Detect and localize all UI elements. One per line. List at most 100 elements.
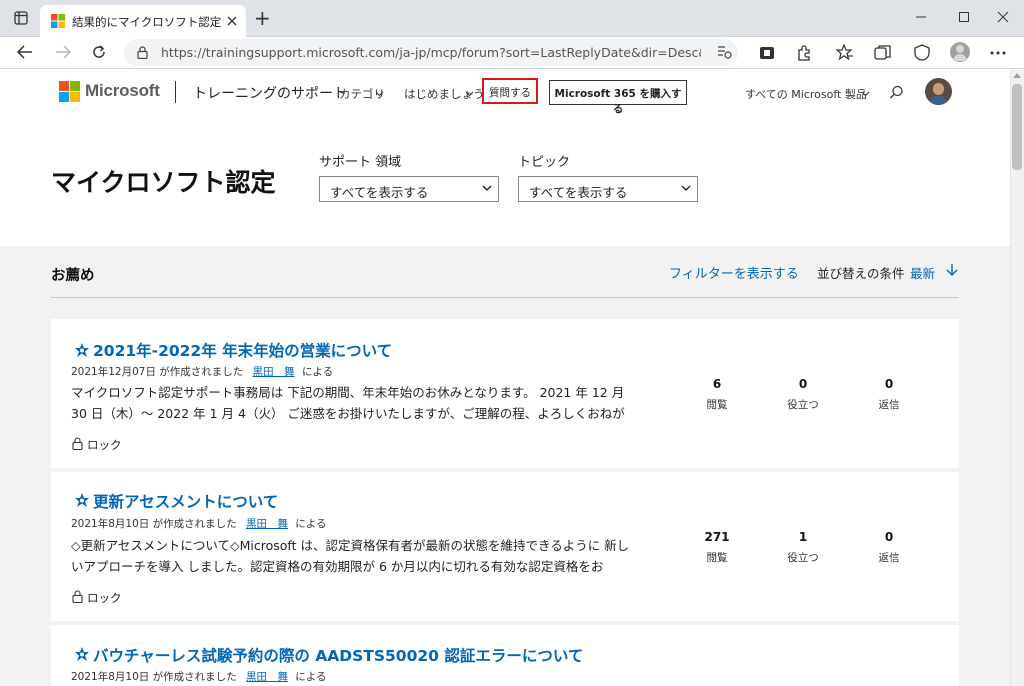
replies-stat: 0 返信	[859, 530, 919, 565]
thread-date: 2021年8月10日	[71, 518, 150, 530]
ask-question-label: 質問する	[489, 87, 531, 99]
topic-label: トピック	[518, 155, 571, 170]
site-name[interactable]: トレーニングのサポート	[193, 83, 347, 103]
author-link[interactable]: 黒田 舞	[253, 366, 295, 378]
thread-card[interactable]: 更新アセスメントについて 2021年8月10日 が作成されました 黒田 舞 によ…	[51, 472, 959, 621]
support-area-select[interactable]: すべてを表示する	[319, 176, 499, 202]
topic-value: すべてを表示する	[529, 185, 628, 200]
extensions-icon[interactable]	[795, 44, 813, 62]
topic-select[interactable]: すべてを表示する	[518, 176, 698, 202]
support-area-value: すべてを表示する	[330, 185, 429, 200]
locked-label: ロック	[87, 438, 122, 452]
refresh-icon[interactable]	[91, 44, 107, 60]
chevron-down-icon	[861, 91, 870, 97]
thread-excerpt: ◇更新アセスメントについて◇Microsoft は、認定資格保有者が最新の状態を…	[71, 538, 630, 574]
thread-title-link[interactable]: バウチャーレス試験予約の際の AADSTS50020 認証エラーについて	[93, 644, 583, 666]
featured-icon	[75, 493, 89, 507]
thread-meta: 2021年8月10日 が作成されました 黒田 舞 による	[71, 516, 326, 531]
helpful-count: 1	[798, 530, 808, 544]
thread-title-link[interactable]: 2021年-2022年 年末年始の営業について	[93, 339, 392, 361]
thread-card[interactable]: 2021年-2022年 年末年始の営業について 2021年12月07日 が作成さ…	[51, 319, 959, 468]
address-bar[interactable]: https://trainingsupport.microsoft.com/ja…	[124, 39, 738, 66]
views-stat: 271 閲覧	[687, 530, 747, 565]
microsoft-brand-text[interactable]: Microsoft	[85, 81, 160, 101]
section-divider	[51, 297, 959, 298]
scrollbar-thumb[interactable]	[1012, 84, 1022, 170]
arrow-down-icon[interactable]	[946, 263, 958, 277]
chevron-down-icon	[482, 185, 492, 191]
replies-count: 0	[884, 530, 894, 544]
replies-label: 返信	[878, 399, 900, 411]
views-count: 271	[704, 530, 730, 544]
thread-date: 2021年8月10日	[71, 671, 150, 683]
thread-title-link[interactable]: 更新アセスメントについて	[93, 490, 278, 512]
helpful-stat: 0 役立つ	[773, 377, 833, 412]
lock-icon	[72, 437, 83, 450]
by-suffix: による	[295, 518, 327, 530]
views-count: 6	[712, 377, 722, 391]
created-suffix: が作成されました	[152, 671, 237, 683]
profile-avatar-icon[interactable]	[950, 42, 970, 62]
views-stat: 6 閲覧	[687, 377, 747, 412]
created-suffix: が作成されました	[152, 518, 237, 530]
locked-label: ロック	[87, 591, 122, 605]
read-aloud-icon[interactable]	[716, 45, 732, 60]
created-suffix: が作成されました	[159, 366, 244, 378]
by-suffix: による	[301, 366, 334, 378]
browser-essentials-icon[interactable]	[913, 44, 931, 61]
tab-actions-icon[interactable]	[14, 11, 28, 25]
microsoft-favicon-icon	[51, 14, 65, 28]
maximize-icon[interactable]	[958, 11, 970, 23]
buy-microsoft-365-button[interactable]: Microsoft 365 を購入する	[549, 80, 687, 115]
back-icon[interactable]	[16, 44, 34, 60]
favorites-icon[interactable]	[836, 44, 854, 61]
views-label: 閲覧	[706, 399, 728, 411]
sort-label: 並び替えの条件	[817, 266, 905, 281]
featured-icon	[75, 647, 89, 661]
helpful-count: 0	[798, 377, 808, 391]
header-divider	[175, 81, 176, 103]
collections-extension-icon[interactable]	[759, 45, 775, 61]
ask-question-button[interactable]: 質問する	[482, 78, 538, 104]
thread-card[interactable]: バウチャーレス試験予約の際の AADSTS50020 認証エラーについて 202…	[51, 625, 959, 686]
author-link[interactable]: 黒田 舞	[246, 518, 288, 530]
replies-stat: 0 返信	[859, 377, 919, 412]
search-icon[interactable]	[889, 85, 904, 100]
replies-label: 返信	[878, 552, 900, 564]
user-avatar[interactable]	[925, 78, 952, 105]
browser-tab[interactable]: 結果的にマイクロソフト認定 になる -	[40, 5, 246, 37]
close-tab-icon[interactable]	[227, 16, 237, 26]
scroll-up-icon[interactable]	[1013, 73, 1021, 78]
minimize-icon[interactable]	[915, 11, 927, 23]
helpful-label: 役立つ	[787, 399, 819, 411]
by-suffix: による	[295, 671, 327, 683]
support-area-label: サポート 領域	[319, 155, 402, 170]
views-label: 閲覧	[706, 552, 728, 564]
more-menu-icon[interactable]	[990, 51, 1006, 55]
buy-microsoft-365-label: Microsoft 365 を購入する	[554, 88, 682, 115]
chevron-down-icon	[375, 91, 384, 97]
all-products-menu[interactable]: すべての Microsoft 製品	[745, 86, 867, 102]
thread-meta: 2021年12月07日 が作成されました 黒田 舞 による	[71, 364, 333, 379]
close-window-icon[interactable]	[997, 11, 1009, 23]
helpful-stat: 1 役立つ	[773, 530, 833, 565]
helpful-label: 役立つ	[787, 552, 819, 564]
thread-meta: 2021年8月10日 が作成されました 黒田 舞 による	[71, 669, 326, 684]
tab-title: 結果的にマイクロソフト認定 になる -	[72, 15, 222, 29]
show-filters-link[interactable]: フィルターを表示する	[669, 263, 799, 282]
url-text: https://trainingsupport.microsoft.com/ja…	[161, 45, 701, 60]
forward-icon[interactable]	[54, 44, 72, 60]
lock-icon	[72, 590, 83, 603]
chevron-down-icon	[681, 185, 691, 191]
chevron-down-icon	[465, 91, 474, 97]
section-title: お薦め	[51, 268, 95, 284]
new-tab-button[interactable]: +	[254, 8, 271, 28]
replies-count: 0	[884, 377, 894, 391]
author-link[interactable]: 黒田 舞	[246, 671, 288, 683]
collections-icon[interactable]	[874, 44, 892, 61]
lock-icon[interactable]	[137, 46, 148, 59]
sort-value-link[interactable]: 最新	[910, 263, 935, 282]
featured-icon	[75, 343, 89, 357]
thread-date: 2021年12月07日	[71, 366, 156, 378]
microsoft-logo-icon[interactable]	[59, 81, 80, 102]
